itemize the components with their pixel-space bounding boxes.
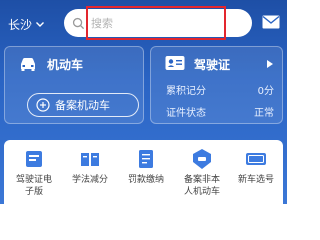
service-study-points[interactable]: 学法减分 — [62, 148, 118, 186]
city-label: 长沙 — [8, 17, 33, 32]
e-license-icon — [26, 151, 42, 167]
app-screen: 长沙 搜索 机动车 备案机动车 驾驶证 累积记分 0分 证件状态 正常 驾驶证电… — [0, 0, 287, 204]
license-status-value: 正常 — [254, 108, 274, 119]
service-label: 新车选号 — [237, 175, 274, 185]
new-plate-icon — [246, 153, 266, 165]
service-fine-payment[interactable]: 罚款缴纳 — [118, 148, 174, 186]
id-card-icon — [165, 56, 185, 70]
mail-icon[interactable] — [262, 15, 280, 29]
service-e-license[interactable]: 驾驶证电 子版 — [6, 148, 62, 198]
license-status-label: 证件状态 — [166, 108, 206, 119]
service-label-2: 子版 — [24, 187, 43, 197]
service-new-plate[interactable]: 新车选号 — [228, 148, 284, 186]
points-label: 累积记分 — [166, 86, 206, 97]
chevron-down-icon — [36, 22, 45, 27]
license-card[interactable]: 驾驶证 累积记分 0分 证件状态 正常 — [150, 46, 283, 124]
book-icon — [81, 153, 99, 166]
service-label: 驾驶证电 — [15, 175, 52, 185]
search-bar[interactable]: 搜索 — [64, 9, 252, 37]
points-value: 0分 — [257, 86, 274, 97]
plus-circle-icon — [36, 98, 50, 112]
service-label-2: 人机动车 — [183, 187, 220, 197]
car-icon — [21, 58, 35, 71]
vehicle-card[interactable]: 机动车 备案机动车 — [4, 46, 144, 124]
add-vehicle-label: 备案机动车 — [55, 99, 110, 112]
triangle-right-icon[interactable] — [266, 60, 274, 68]
city-selector[interactable]: 长沙 — [8, 14, 45, 34]
add-vehicle-button[interactable]: 备案机动车 — [27, 93, 139, 117]
service-label: 学法减分 — [71, 175, 108, 185]
service-record-vehicle[interactable]: 备案非本 人机动车 — [174, 148, 230, 198]
service-label: 罚款缴纳 — [127, 175, 164, 185]
vehicle-card-title: 机动车 — [47, 58, 84, 72]
service-label: 备案非本 — [183, 175, 220, 185]
fine-payment-icon — [139, 150, 153, 168]
record-vehicle-icon — [193, 149, 211, 169]
search-icon — [72, 17, 85, 29]
search-placeholder: 搜索 — [91, 17, 113, 30]
license-card-title: 驾驶证 — [194, 58, 231, 72]
services-panel: 驾驶证电 子版 学法减分 罚款缴纳 备案非本 人机动车 新车选号 — [4, 140, 283, 204]
